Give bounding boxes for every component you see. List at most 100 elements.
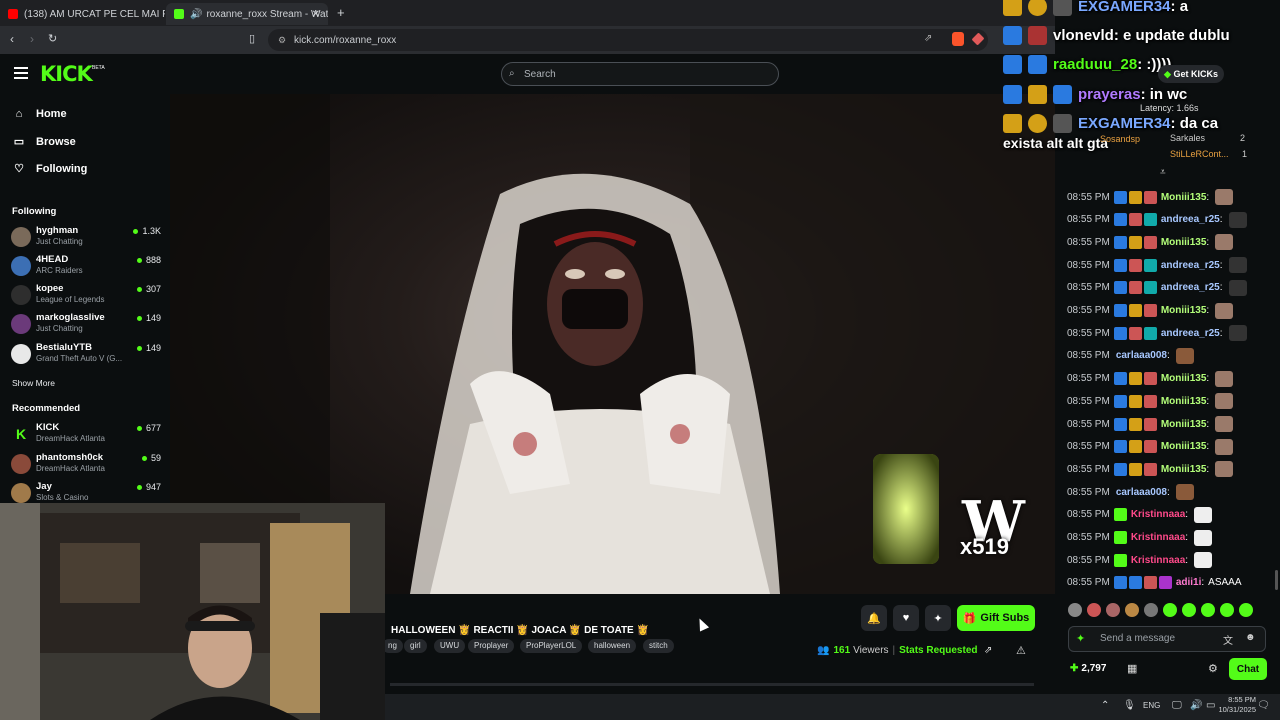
message-username[interactable]: andreea_r25 [1161, 214, 1220, 225]
chat-message[interactable]: 08:55 PM Moniii135: [1067, 414, 1272, 434]
new-tab-button[interactable]: + [337, 5, 345, 20]
chat-message[interactable]: 08:55 PM carlaaa008: [1067, 482, 1272, 502]
taskbar-clock[interactable]: 8:55 PM 10/31/2025 [1208, 695, 1256, 715]
recommended-channel-jay[interactable]: Jay Slots & Casino 947 [11, 481, 161, 503]
message-username[interactable]: andreea_r25 [1161, 328, 1220, 339]
message-username[interactable]: Kristinnaaa [1131, 532, 1185, 543]
nav-browse[interactable]: ▭ Browse [12, 135, 76, 149]
chat-message[interactable]: 08:55 PM Kristinnaaa: [1067, 505, 1272, 525]
settings-icon[interactable]: ⚙ [1208, 662, 1218, 675]
chat-message[interactable]: 08:55 PM Moniii135: [1067, 437, 1272, 457]
show-more-link[interactable]: Show More [12, 378, 55, 388]
stats-requested-link[interactable]: Stats Requested [899, 645, 977, 656]
emote-icon[interactable] [1201, 603, 1215, 617]
following-channel-bestialuytb[interactable]: BestialuYTB Grand Theft Auto V (G... 149 [11, 342, 161, 368]
forward-icon[interactable]: › [30, 32, 34, 46]
message-username[interactable]: carlaaa008 [1116, 350, 1167, 361]
volume-icon[interactable]: 🔊 [1190, 700, 1202, 711]
bookmark-icon[interactable]: ▯ [249, 32, 255, 45]
chat-message[interactable]: 08:55 PM andreea_r25: [1067, 323, 1272, 343]
message-username[interactable]: andreea_r25 [1161, 282, 1220, 293]
brave-shield-icon[interactable] [952, 32, 964, 46]
share-icon[interactable]: ⇗ [984, 645, 992, 656]
message-username[interactable]: adii1i [1176, 577, 1202, 588]
search-input[interactable]: ⌕ Search [501, 62, 779, 86]
message-username[interactable]: Moniii135 [1161, 237, 1207, 248]
address-bar[interactable]: ⚙ kick.com/roxanne_roxx ⇗ [268, 29, 988, 51]
chat-message[interactable]: 08:55 PM andreea_r25: [1067, 255, 1272, 275]
message-username[interactable]: carlaaa008 [1116, 487, 1167, 498]
chat-message[interactable]: 08:55 PM andreea_r25: [1067, 210, 1272, 230]
recommended-channel-kick[interactable]: K KICK DreamHack Atlanta 677 [11, 422, 161, 448]
chat-message[interactable]: 08:55 PM Moniii135: [1067, 301, 1272, 321]
chat-scrollbar[interactable] [1275, 570, 1278, 590]
message-username[interactable]: Moniii135 [1161, 419, 1207, 430]
chat-message[interactable]: 08:55 PM Moniii135: [1067, 459, 1272, 479]
tag[interactable]: ng [382, 639, 403, 653]
close-tab-icon[interactable]: ✕ [312, 9, 320, 20]
notification-bell-button[interactable]: 🔔 [861, 605, 887, 631]
chat-message[interactable]: 08:55 PM Kristinnaaa: [1067, 528, 1272, 548]
tag[interactable]: halloween [588, 639, 637, 653]
tag[interactable]: Proplayer [468, 639, 515, 653]
chat-message[interactable]: 08:55 PM Moniii135: [1067, 391, 1272, 411]
nav-home[interactable]: ⌂ Home [12, 108, 67, 120]
menu-icon[interactable] [14, 67, 28, 79]
emote-icon[interactable] [1068, 603, 1082, 617]
message-username[interactable]: Moniii135 [1161, 396, 1207, 407]
tag[interactable]: UWU [434, 639, 466, 653]
emote-icon[interactable] [1163, 603, 1177, 617]
message-username[interactable]: Moniii135 [1161, 441, 1207, 452]
emote-icon[interactable] [1182, 603, 1196, 617]
emote-icon[interactable] [1144, 603, 1158, 617]
emote-icon[interactable] [1239, 603, 1253, 617]
translate-icon[interactable]: 文 [1223, 632, 1233, 647]
chat-message[interactable]: 08:55 PM Kristinnaaa: [1067, 550, 1272, 570]
chat-message[interactable]: 08:55 PM carlaaa008: [1067, 346, 1272, 366]
following-channel-hyghman[interactable]: hyghman Just Chatting 1.3K [11, 225, 161, 251]
channel-points[interactable]: ✚ 2,797 [1070, 663, 1106, 674]
tag[interactable]: ProPlayerLOL [520, 639, 583, 653]
browser-tab-kick[interactable]: 🔊 roxanne_roxx Stream - Watch ✕ [166, 3, 328, 25]
emote-icon[interactable] [1087, 603, 1101, 617]
site-info-icon[interactable]: ⚙ [278, 35, 286, 46]
chat-message[interactable]: 08:55 PM Moniii135: [1067, 232, 1272, 252]
chat-send-button[interactable]: Chat [1229, 658, 1267, 680]
chat-input[interactable]: ✦ Send a message 文 ☻ [1068, 626, 1266, 652]
tag[interactable]: stitch [643, 639, 674, 653]
tray-expand-icon[interactable]: ⌃ [1101, 700, 1109, 711]
message-username[interactable]: andreea_r25 [1161, 260, 1220, 271]
chat-message[interactable]: 08:55 PM adii1i: ASAAA [1067, 573, 1272, 593]
nav-following[interactable]: ♡ Following [12, 162, 87, 176]
notification-icon[interactable]: 🗨 [1257, 700, 1270, 711]
message-username[interactable]: Kristinnaaa [1131, 555, 1185, 566]
tag[interactable]: girl [404, 639, 427, 653]
message-username[interactable]: Moniii135 [1161, 464, 1207, 475]
emote-icon[interactable] [1125, 603, 1139, 617]
follow-button[interactable]: ♥ [893, 605, 919, 631]
chat-message[interactable]: 08:55 PM Moniii135: [1067, 187, 1272, 207]
message-username[interactable]: Moniii135 [1161, 373, 1207, 384]
back-icon[interactable]: ‹ [10, 32, 14, 46]
kick-logo[interactable]: KICK [40, 62, 93, 86]
message-username[interactable]: Kristinnaaa [1131, 509, 1185, 520]
microphone-icon[interactable]: 🎙 [1123, 700, 1136, 711]
emoji-icon[interactable]: ☻ [1245, 632, 1256, 643]
emote-icon[interactable] [1106, 603, 1120, 617]
following-channel-4head[interactable]: 4HEAD ARC Raiders 888 [11, 254, 161, 280]
recommended-channel-phantomsh0ck[interactable]: phantomsh0ck DreamHack Atlanta 59 [11, 452, 161, 478]
emote-icon[interactable] [1220, 603, 1234, 617]
following-channel-markoglasslive[interactable]: markoglasslive Just Chatting 149 [11, 312, 161, 338]
chat-message[interactable]: 08:55 PM andreea_r25: [1067, 278, 1272, 298]
following-channel-kopee[interactable]: kopee League of Legends 307 [11, 283, 161, 309]
gift-subs-button[interactable]: 🎁 Gift Subs [957, 605, 1035, 631]
share-icon[interactable]: ⇗ [924, 33, 932, 44]
message-username[interactable]: Moniii135 [1161, 305, 1207, 316]
browser-tab-youtube[interactable]: (138) AM URCAT PE CEL MAI PERICUL [0, 3, 165, 25]
language-indicator[interactable]: ENG [1143, 701, 1160, 710]
brave-rewards-icon[interactable] [971, 32, 985, 46]
collapse-icon[interactable]: ⩡ [1160, 167, 1166, 178]
message-username[interactable]: Moniii135 [1161, 192, 1207, 203]
network-icon[interactable]: 🖵 [1172, 700, 1182, 711]
chat-message[interactable]: 08:55 PM Moniii135: [1067, 369, 1272, 389]
